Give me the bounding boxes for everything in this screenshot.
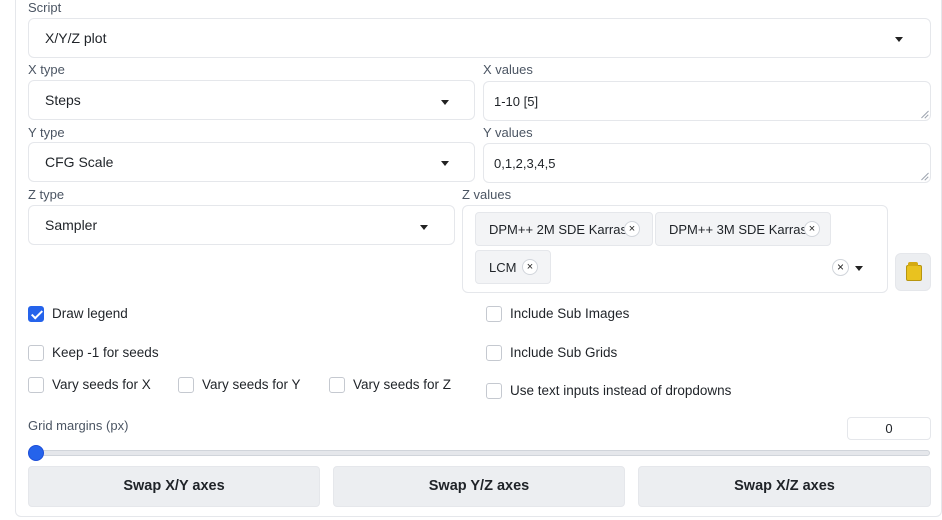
use-text-inputs-label: Use text inputs instead of dropdowns: [510, 383, 732, 398]
caret-down-icon: [441, 161, 449, 166]
caret-down-icon: [441, 100, 449, 105]
close-icon[interactable]: ×: [624, 221, 640, 237]
x-type-dropdown[interactable]: Steps: [28, 80, 475, 120]
grid-margins-number-input[interactable]: 0: [847, 417, 931, 440]
clear-all-icon[interactable]: ×: [832, 259, 849, 276]
draw-legend-checkbox[interactable]: [28, 306, 44, 322]
swap-xz-button[interactable]: Swap X/Z axes: [638, 466, 931, 507]
z-chip: LCM ×: [475, 250, 551, 284]
x-values-input[interactable]: 1-10 [5]: [483, 81, 931, 121]
keep-seeds-checkbox[interactable]: [28, 345, 44, 361]
vary-seeds-y-checkbox[interactable]: [178, 377, 194, 393]
grid-margins-slider-thumb[interactable]: [28, 445, 44, 461]
vary-seeds-x-label: Vary seeds for X: [52, 377, 151, 392]
z-type-label: Z type: [28, 187, 65, 202]
y-values-text: 0,1,2,3,4,5: [494, 156, 556, 171]
vary-seeds-x-checkbox[interactable]: [28, 377, 44, 393]
resize-handle-icon[interactable]: [920, 172, 928, 180]
keep-seeds-label: Keep -1 for seeds: [52, 345, 159, 360]
close-icon[interactable]: ×: [522, 259, 538, 275]
z-values-label: Z values: [462, 187, 512, 202]
use-text-inputs-checkbox[interactable]: [486, 383, 502, 399]
x-values-label: X values: [483, 62, 533, 77]
x-type-label: X type: [28, 62, 65, 77]
swap-yz-button[interactable]: Swap Y/Z axes: [333, 466, 625, 507]
include-sub-images-label: Include Sub Images: [510, 306, 630, 321]
folder-icon: [906, 262, 922, 281]
caret-down-icon[interactable]: [855, 266, 863, 271]
y-type-label: Y type: [28, 125, 65, 140]
y-type-value: CFG Scale: [45, 154, 114, 170]
vary-seeds-z-checkbox[interactable]: [329, 377, 345, 393]
script-dropdown-value: X/Y/Z plot: [45, 30, 107, 46]
resize-handle-icon[interactable]: [920, 110, 928, 118]
z-chip: DPM++ 3M SDE Karras ×: [655, 212, 831, 246]
include-sub-grids-label: Include Sub Grids: [510, 345, 618, 360]
z-type-dropdown[interactable]: Sampler: [28, 205, 455, 245]
vary-seeds-y-label: Vary seeds for Y: [202, 377, 301, 392]
vary-seeds-z-label: Vary seeds for Z: [353, 377, 452, 392]
y-values-input[interactable]: 0,1,2,3,4,5: [483, 143, 931, 183]
include-sub-grids-checkbox[interactable]: [486, 345, 502, 361]
z-chip-label: LCM: [489, 260, 517, 275]
z-chip-label: DPM++ 2M SDE Karras: [489, 222, 627, 237]
folder-button[interactable]: [895, 253, 931, 291]
z-chip: DPM++ 2M SDE Karras ×: [475, 212, 653, 246]
script-dropdown[interactable]: X/Y/Z plot: [28, 18, 931, 58]
swap-xy-button[interactable]: Swap X/Y axes: [28, 466, 320, 507]
caret-down-icon: [895, 37, 903, 42]
grid-margins-label: Grid margins (px): [28, 418, 129, 433]
y-values-label: Y values: [483, 125, 533, 140]
caret-down-icon: [420, 225, 428, 230]
z-type-value: Sampler: [45, 217, 98, 233]
z-chip-label: DPM++ 3M SDE Karras: [669, 222, 807, 237]
x-values-text: 1-10 [5]: [494, 94, 539, 109]
draw-legend-label: Draw legend: [52, 306, 128, 321]
x-type-value: Steps: [45, 92, 81, 108]
close-icon[interactable]: ×: [804, 221, 820, 237]
include-sub-images-checkbox[interactable]: [486, 306, 502, 322]
y-type-dropdown[interactable]: CFG Scale: [28, 142, 475, 182]
script-label: Script: [28, 0, 62, 15]
grid-margins-slider-track[interactable]: [34, 450, 930, 456]
